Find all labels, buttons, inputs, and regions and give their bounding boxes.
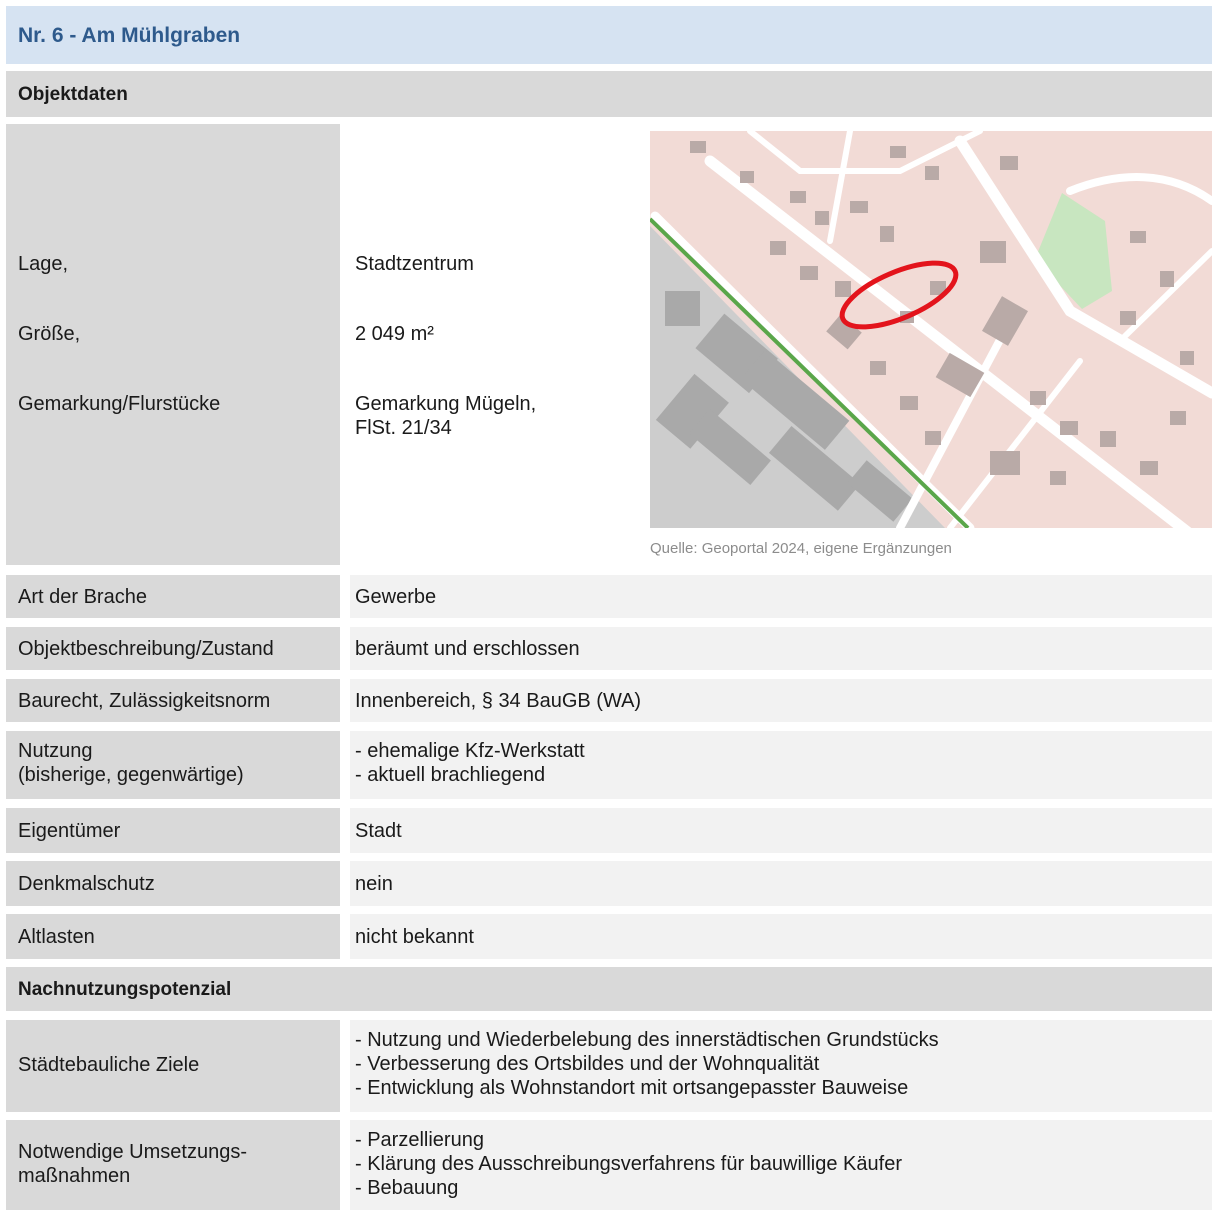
row-value-eigentuemer: Stadt [350, 808, 1212, 853]
row-label-eigentuemer: Eigentümer [6, 808, 340, 853]
row-label-text-line2: maßnahmen [18, 1165, 131, 1187]
row-value-baurecht: Innenbereich, § 34 BauGB (WA) [350, 679, 1212, 722]
row-value-text: Gewerbe [355, 586, 437, 608]
map-caption: Quelle: Geoportal 2024, eigene Ergänzung… [650, 540, 952, 557]
value-flurstueck: FlSt. 21/34 [355, 417, 452, 439]
location-map [650, 131, 1212, 528]
row-label-text-line2: (bisherige, gegenwärtige) [18, 764, 244, 786]
row-value-text: nein [355, 873, 393, 895]
row-label-ziele: Städtebauliche Ziele [6, 1020, 340, 1112]
row-value-text: Stadt [355, 820, 402, 842]
section-title: Nachnutzungspotenzial [18, 979, 232, 1000]
row-value-text: Innenbereich, § 34 BauGB (WA) [355, 690, 642, 712]
row-label-text: Altlasten [18, 926, 95, 948]
row-label-text: Baurecht, Zulässigkeitsnorm [18, 690, 271, 712]
list-item: - Nutzung und Wiederbelebung des innerst… [355, 1029, 939, 1051]
row-label-text-line1: Notwendige Umsetzungs- [18, 1141, 247, 1163]
value-lage: Stadtzentrum [355, 253, 474, 275]
row-value-denkmalschutz: nein [350, 861, 1212, 906]
section-header-nachnutzung: Nachnutzungspotenzial [6, 967, 1212, 1011]
list-item: - Bebauung [355, 1177, 459, 1199]
list-item: - ehemalige Kfz-Werkstatt [355, 740, 585, 762]
row-label-text: Art der Brache [18, 586, 147, 608]
row-value-altlasten: nicht bekannt [350, 914, 1212, 959]
row-value-ziele: - Nutzung und Wiederbelebung des innerst… [350, 1020, 1212, 1112]
value-groesse: 2 049 m² [355, 323, 434, 345]
section-title: Objektdaten [18, 84, 128, 105]
row-label-nutzung: Nutzung (bisherige, gegenwärtige) [6, 731, 340, 799]
row-label-text-line1: Nutzung [18, 740, 93, 762]
row-value-art: Gewerbe [350, 575, 1212, 618]
page-title: Nr. 6 - Am Mühlgraben [18, 24, 241, 47]
row-label-art: Art der Brache [6, 575, 340, 618]
label-gemarkung: Gemarkung/Flurstücke [18, 393, 221, 415]
row-label-objektbeschreibung: Objektbeschreibung/Zustand [6, 627, 340, 670]
row-value-nutzung: - ehemalige Kfz-Werkstatt - aktuell brac… [350, 731, 1212, 799]
list-item: - aktuell brachliegend [355, 764, 546, 786]
list-item: - Parzellierung [355, 1129, 484, 1151]
label-lage: Lage, [18, 253, 69, 275]
location-value-cell: Stadtzentrum 2 049 m² Gemarkung Mügeln, … [350, 124, 646, 565]
value-gemarkung: Gemarkung Mügeln, [355, 393, 537, 415]
map-image [650, 131, 1212, 528]
row-label-text: Objektbeschreibung/Zustand [18, 638, 274, 660]
location-label-cell: Lage, Größe, Gemarkung/Flurstücke [6, 124, 340, 565]
list-item: - Verbesserung des Ortsbildes und der Wo… [355, 1053, 820, 1075]
row-value-text: nicht bekannt [355, 926, 474, 948]
label-groesse: Größe, [18, 323, 81, 345]
row-label-altlasten: Altlasten [6, 914, 340, 959]
list-item: - Entwicklung als Wohnstandort mit ortsa… [355, 1077, 909, 1099]
row-label-text: Denkmalschutz [18, 873, 155, 895]
list-item: - Klärung des Ausschreibungsverfahrens f… [355, 1153, 902, 1175]
row-label-text: Eigentümer [18, 820, 121, 842]
row-label-massnahmen: Notwendige Umsetzungs- maßnahmen [6, 1120, 340, 1210]
row-label-text: Städtebauliche Ziele [18, 1054, 200, 1076]
page-title-bar: Nr. 6 - Am Mühlgraben [6, 6, 1212, 64]
row-value-massnahmen: - Parzellierung - Klärung des Ausschreib… [350, 1120, 1212, 1210]
row-label-baurecht: Baurecht, Zulässigkeitsnorm [6, 679, 340, 722]
row-label-denkmalschutz: Denkmalschutz [6, 861, 340, 906]
row-value-objektbeschreibung: beräumt und erschlossen [350, 627, 1212, 670]
row-value-text: beräumt und erschlossen [355, 638, 580, 660]
section-header-objektdaten: Objektdaten [6, 71, 1212, 117]
